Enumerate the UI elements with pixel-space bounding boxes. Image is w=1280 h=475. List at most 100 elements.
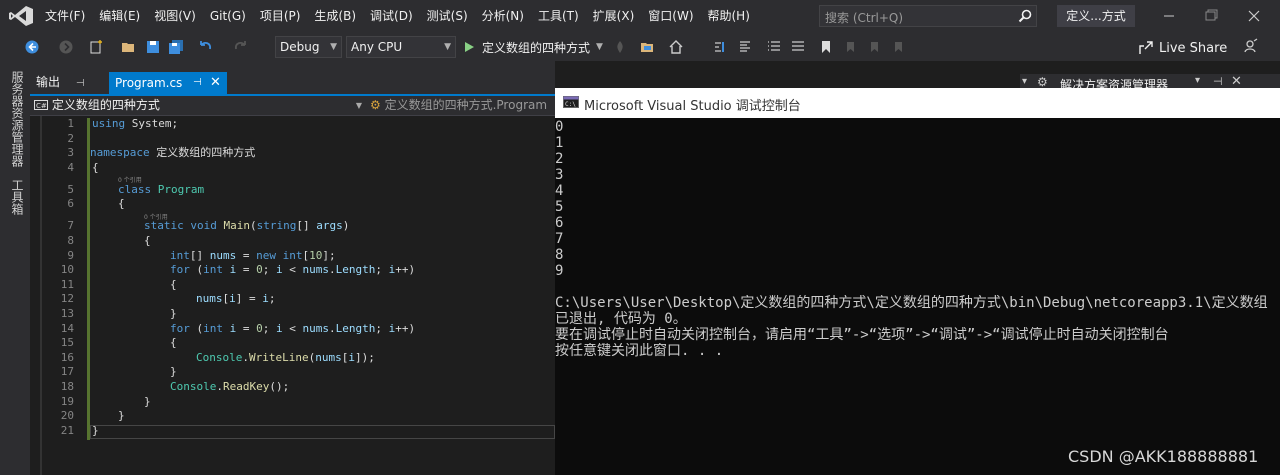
clear-bookmarks-icon[interactable]	[890, 39, 906, 55]
code-line: Console.WriteLine(nums[i]);	[196, 350, 375, 364]
line-number: 2	[67, 131, 74, 145]
solution-platform-dropdown[interactable]: Any CPU ▼	[346, 36, 456, 58]
redo-icon[interactable]	[233, 39, 249, 55]
solution-configuration-dropdown[interactable]: Debug ▼	[275, 36, 342, 58]
previous-bookmark-icon[interactable]	[842, 39, 858, 55]
menu-extensions[interactable]: 扩展(X)	[586, 0, 642, 33]
browse-folder-icon[interactable]	[640, 39, 656, 55]
start-debugging-button[interactable]: 定义数组的四种方式 ▼	[462, 34, 603, 60]
code-line: }	[170, 307, 177, 320]
chevron-down-icon: ▼	[330, 42, 337, 52]
code-line: int[] nums = new int[10];	[170, 248, 336, 262]
menu-test[interactable]: 测试(S)	[420, 0, 475, 33]
settings-gear-icon[interactable]: ⚙	[1037, 75, 1048, 89]
chevron-down-icon[interactable]: ▾	[1022, 76, 1027, 87]
type-name: 定义数组的四种方式.Program	[384, 98, 548, 112]
line-number: 18	[60, 380, 74, 393]
line-number: 8	[67, 234, 74, 247]
code-line: {	[170, 336, 177, 350]
menu-edit[interactable]: 编辑(E)	[92, 0, 147, 33]
code-line: {	[118, 197, 125, 211]
line-number: 5	[67, 182, 74, 196]
menu-bar: 文件(F) 编辑(E) 视图(V) Git(G) 项目(P) 生成(B) 调试(…	[38, 0, 757, 33]
menu-debug[interactable]: 调试(D)	[363, 0, 420, 33]
line-number: 3	[67, 146, 74, 160]
live-share-button[interactable]: Live Share	[1138, 38, 1227, 58]
navigate-forward-icon[interactable]	[58, 39, 74, 55]
live-share-icon	[1139, 41, 1153, 54]
code-line: using System;	[92, 117, 179, 130]
open-folder-icon[interactable]	[121, 39, 137, 55]
server-explorer-tab[interactable]: 服务器资源管理器	[9, 71, 26, 167]
tab-program-label: Program.cs	[115, 76, 183, 90]
menu-help[interactable]: 帮助(H)	[701, 0, 757, 33]
line-number: 21	[60, 423, 74, 437]
menu-project[interactable]: 项目(P)	[253, 0, 308, 33]
new-item-icon[interactable]	[88, 39, 104, 55]
save-icon[interactable]	[145, 39, 161, 55]
search-icon	[1018, 9, 1032, 23]
pin-icon[interactable]: ⊣	[1213, 75, 1223, 88]
minimize-icon[interactable]	[1159, 6, 1179, 26]
line-number: 4	[67, 160, 74, 174]
code-line: static void Main(string[] args)	[144, 219, 350, 233]
visual-studio-logo-icon[interactable]	[8, 5, 34, 27]
menu-tools[interactable]: 工具(T)	[531, 0, 586, 33]
close-panel-icon[interactable]: ✕	[1231, 74, 1242, 89]
search-box[interactable]: 搜索 (Ctrl+Q)	[819, 5, 1037, 27]
chevron-down-icon[interactable]: ▾	[1195, 75, 1200, 86]
hot-reload-icon[interactable]	[612, 39, 628, 55]
tab-output[interactable]: 输出 ⊣	[36, 70, 85, 94]
format-icon[interactable]	[737, 39, 753, 55]
type-dropdown[interactable]: ⚙ 定义数组的四种方式.Program	[370, 97, 555, 114]
navigate-back-icon[interactable]	[24, 39, 40, 55]
line-number: 16	[60, 350, 74, 364]
menu-file[interactable]: 文件(F)	[38, 0, 92, 33]
code-line: {	[92, 160, 99, 174]
bookmark-icon[interactable]	[818, 39, 834, 55]
line-number: 7	[67, 219, 74, 233]
next-bookmark-icon[interactable]	[866, 39, 882, 55]
feedback-person-icon[interactable]	[1243, 38, 1259, 54]
svg-text:C:\: C:\	[565, 101, 576, 108]
line-number: 19	[60, 394, 74, 408]
code-line: {	[144, 234, 151, 247]
solution-name-badge[interactable]: 定义...方式	[1057, 5, 1135, 27]
close-tab-icon[interactable]: ✕	[210, 72, 221, 94]
project-dropdown[interactable]: C# 定义数组的四种方式 ▼	[34, 97, 364, 114]
undo-icon[interactable]	[197, 39, 213, 55]
maximize-icon[interactable]	[1201, 6, 1221, 26]
console-exit-code-line: 已退出, 代码为 0。	[555, 311, 687, 327]
pin-icon[interactable]: ⊣	[193, 72, 202, 94]
comment-lines-icon[interactable]	[766, 39, 782, 55]
change-tracking-bar	[87, 118, 90, 440]
code-line: {	[170, 277, 177, 291]
save-all-icon[interactable]	[168, 39, 184, 55]
menu-build[interactable]: 生成(B)	[307, 0, 363, 33]
uncomment-lines-icon[interactable]	[790, 39, 806, 55]
code-line: nums[i] = i;	[196, 292, 276, 306]
line-number: 11	[60, 277, 74, 291]
menu-window[interactable]: 窗口(W)	[641, 0, 700, 33]
pin-icon[interactable]: ⊣	[76, 78, 85, 89]
home-icon[interactable]	[668, 39, 684, 55]
toolbox-tab[interactable]: 工具箱	[9, 179, 26, 215]
debug-console-titlebar[interactable]: C:\ Microsoft Visual Studio 调试控制台	[555, 88, 1280, 118]
close-window-icon[interactable]	[1244, 6, 1264, 26]
line-number: 17	[60, 365, 74, 379]
line-number: 6	[67, 197, 74, 211]
console-output-line: 9	[555, 263, 564, 279]
console-output-line: 6	[555, 215, 564, 231]
code-line: }	[170, 365, 177, 379]
menu-git[interactable]: Git(G)	[203, 0, 253, 33]
step-icon[interactable]	[713, 39, 729, 55]
debug-console-title: Microsoft Visual Studio 调试控制台	[584, 99, 801, 114]
line-number: 20	[60, 409, 74, 423]
code-editor[interactable]	[30, 116, 555, 475]
console-exit-path-line: C:\Users\User\Desktop\定义数组的四种方式\定义数组的四种方…	[555, 295, 1268, 311]
line-number: 13	[60, 307, 74, 320]
menu-view[interactable]: 视图(V)	[147, 0, 203, 33]
menu-analyze[interactable]: 分析(N)	[475, 0, 531, 33]
tab-program-cs[interactable]: Program.cs ⊣ ✕	[109, 72, 227, 94]
code-line: namespace 定义数组的四种方式	[90, 146, 256, 160]
